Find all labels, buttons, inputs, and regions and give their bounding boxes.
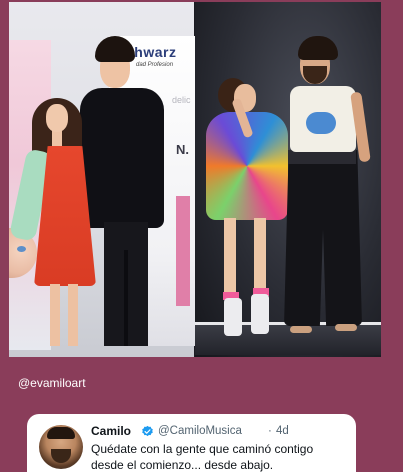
girl-leg-left bbox=[50, 284, 60, 346]
girl-leg-right bbox=[68, 284, 78, 346]
tweet-display-name[interactable]: Camilo bbox=[91, 424, 131, 438]
performer-heart-print bbox=[306, 112, 336, 134]
tweet-separator: · bbox=[268, 425, 272, 437]
woman-leg-right bbox=[254, 218, 266, 298]
man-leg-gap bbox=[124, 250, 128, 346]
woman-leg-left bbox=[224, 218, 236, 298]
verified-badge-icon bbox=[142, 425, 153, 437]
brand-banner-subtitle: dad Profesion bbox=[136, 62, 174, 68]
avatar[interactable] bbox=[39, 425, 83, 469]
brand-banner-text: delic bbox=[172, 95, 191, 105]
tweet-timestamp[interactable]: 4d bbox=[276, 425, 289, 437]
performer-belt bbox=[288, 150, 356, 164]
avatar-hair bbox=[47, 427, 75, 439]
man-black-shirt bbox=[80, 88, 164, 228]
baby-poster-eye bbox=[17, 246, 26, 252]
girl-neck bbox=[52, 130, 62, 146]
tweet-text-line-2: desde el comienzo... desde abajo. bbox=[91, 458, 274, 472]
brand-banner-accent bbox=[176, 196, 190, 306]
girl-face bbox=[46, 104, 68, 132]
brand-banner-letters: N. bbox=[176, 142, 189, 157]
woman-boot-right bbox=[251, 294, 269, 334]
story-frame: chwarz dad Profesion delic N. @evamiloar… bbox=[0, 0, 403, 472]
performer-foot-right bbox=[335, 324, 357, 331]
mention-sticker[interactable]: @evamiloart bbox=[18, 376, 86, 390]
performer-foot-left bbox=[290, 326, 312, 333]
avatar-beard bbox=[51, 449, 71, 463]
tweet-handle[interactable]: @CamiloMusica bbox=[158, 425, 242, 437]
woman-boot-left bbox=[224, 298, 242, 336]
tweet-text-line-1: Quédate con la gente que caminó contigo bbox=[91, 442, 314, 456]
tweet-card[interactable]: Camilo @CamiloMusica · 4d Quédate con la… bbox=[27, 414, 356, 472]
